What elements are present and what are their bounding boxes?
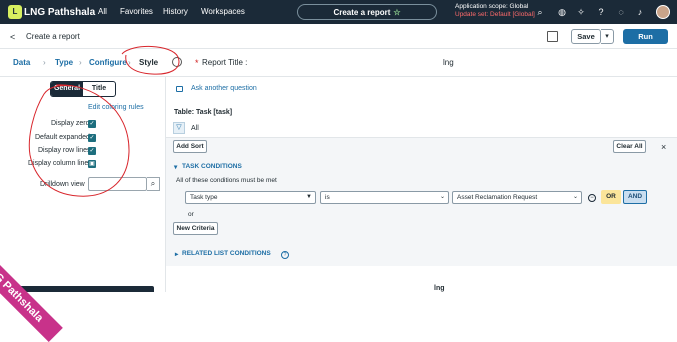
search-icon[interactable]: ⌕ (147, 177, 160, 191)
nav-history[interactable]: History (163, 7, 188, 16)
report-header: < Create a report Save ▾ Run (0, 24, 677, 49)
chevron-down-icon: ▼ (306, 194, 312, 200)
share-icon[interactable] (547, 31, 558, 42)
nav-workspaces[interactable]: Workspaces (201, 7, 245, 16)
step-separator-icon: › (128, 58, 131, 67)
or-button[interactable]: OR (601, 190, 621, 204)
and-button[interactable]: AND (623, 190, 647, 204)
report-preview (166, 266, 677, 292)
step-style[interactable]: Style (139, 58, 158, 67)
tab-title[interactable]: Title (83, 82, 115, 96)
required-mark: * (195, 58, 199, 68)
default-expanded-checkbox[interactable]: ✓ (88, 134, 96, 142)
logo-text: LNG Pathshala (24, 6, 96, 18)
logo-mark: L (8, 5, 22, 19)
chat-bubble-icon (176, 86, 183, 92)
condition-field-value: Task type (190, 194, 218, 201)
settings-gear-icon[interactable] (172, 57, 182, 67)
help-icon[interactable]: ? (281, 251, 289, 259)
condition-field-select[interactable]: Task type ▼ (185, 191, 316, 204)
or-separator: or (188, 211, 194, 218)
style-tabs: General Title (50, 81, 116, 97)
search-icon[interactable]: ⌕ (534, 6, 546, 18)
step-separator-icon: › (79, 58, 82, 67)
save-button[interactable]: Save (571, 29, 601, 44)
report-title-value[interactable]: lng (443, 58, 454, 67)
remove-condition-icon[interactable]: − (588, 194, 596, 202)
top-navigation-bar: L LNG Pathshala All Favorites History Wo… (0, 0, 677, 24)
update-set: Update set: Default [Global] (455, 11, 535, 18)
close-icon[interactable]: × (661, 142, 666, 152)
edit-coloring-rules-link[interactable]: Edit coloring rules (88, 104, 144, 111)
display-zero-checkbox[interactable]: ✓ (88, 120, 96, 128)
display-column-lines-label: Display column lines (28, 160, 92, 167)
display-row-lines-label: Display row lines (38, 147, 91, 154)
filter-summary: All (191, 125, 199, 132)
save-dropdown-button[interactable]: ▾ (601, 29, 614, 44)
table-label: Table: Task [task] (174, 109, 233, 116)
filter-icon[interactable]: ▽ (173, 122, 185, 134)
run-button[interactable]: Run (623, 29, 668, 44)
all-conditions-text: All of these conditions must be met (176, 177, 277, 184)
sidebar-bottom-button[interactable] (14, 286, 154, 292)
help-icon[interactable]: ? (595, 6, 607, 18)
preview-title: lng (434, 285, 445, 292)
related-list-conditions-heading[interactable]: RELATED LIST CONDITIONS (182, 250, 271, 257)
step-configure[interactable]: Configure (89, 58, 127, 67)
nav-all[interactable]: All (98, 7, 107, 16)
logo[interactable]: L LNG Pathshala (8, 4, 95, 20)
condition-value-select[interactable]: Asset Reclamation Request ⌄ (452, 191, 582, 204)
condition-operator-value: is (325, 194, 330, 201)
add-sort-button[interactable]: Add Sort (173, 140, 207, 153)
sparkle-icon[interactable]: ✧ (575, 6, 587, 18)
tab-general[interactable]: General (51, 82, 83, 96)
step-bar: Data › Type › Configure › Style * Report… (0, 49, 677, 77)
star-icon: ☆ (393, 7, 401, 17)
application-scope: Application scope: Global (455, 3, 529, 10)
chat-icon[interactable]: ◌ (615, 6, 627, 18)
drilldown-view-input[interactable] (88, 177, 147, 191)
drilldown-view-label: Drilldown view (40, 181, 85, 188)
step-type[interactable]: Type (55, 58, 73, 67)
back-chevron-icon[interactable]: < (10, 32, 15, 42)
scope-info[interactable]: Application scope: Global Update set: De… (455, 3, 535, 19)
display-row-lines-checkbox[interactable]: ✓ (88, 147, 96, 155)
page-title: Create a report (26, 32, 80, 41)
display-zero-label: Display zero (51, 120, 90, 127)
step-separator-icon: › (43, 58, 46, 67)
nav-favorites[interactable]: Favorites (120, 7, 153, 16)
chevron-down-icon: ⌄ (572, 194, 578, 200)
default-expanded-label: Default expanded (35, 134, 90, 141)
avatar[interactable] (656, 5, 670, 19)
new-criteria-button[interactable]: New Criteria (173, 222, 218, 235)
task-conditions-heading[interactable]: TASK CONDITIONS (182, 163, 242, 170)
create-report-button[interactable]: Create a report ☆ (297, 4, 437, 20)
display-column-lines-checkbox[interactable]: ▣ (88, 160, 96, 168)
step-data[interactable]: Data (13, 58, 30, 67)
globe-icon[interactable]: ◍ (556, 6, 568, 18)
chevron-down-icon: ⌄ (439, 194, 445, 200)
chevron-down-icon[interactable]: ▾ (174, 163, 177, 171)
ask-another-question-link[interactable]: Ask another question (191, 85, 257, 92)
create-report-label: Create a report (333, 7, 391, 17)
condition-value-text: Asset Reclamation Request (457, 194, 538, 201)
report-title-label: Report Title : (202, 58, 248, 67)
bell-icon[interactable]: ♪ (634, 6, 646, 18)
chevron-right-icon[interactable]: ▸ (175, 250, 178, 258)
clear-all-button[interactable]: Clear All (613, 140, 646, 153)
condition-operator-select[interactable]: is ⌄ (320, 191, 449, 204)
